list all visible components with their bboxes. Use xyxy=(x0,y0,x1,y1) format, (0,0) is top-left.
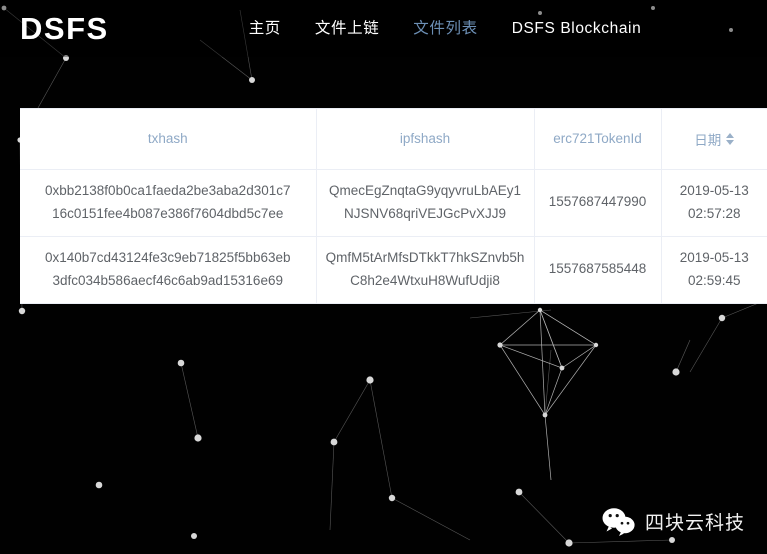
nav-item-blockchain[interactable]: DSFS Blockchain xyxy=(512,21,642,37)
cell-ipfshash: QmecEgZnqtaG9yqyvruLbAEy1 NJSNV68qriVEJG… xyxy=(316,169,535,237)
brand-logo[interactable]: DSFS xyxy=(20,13,109,44)
cell-ipfshash-line2: NJSNV68qriVEJGcPvXJJ9 xyxy=(343,205,507,221)
cell-date-time: 02:57:28 xyxy=(687,205,741,221)
cell-ipfshash-line2: C8h2e4WtxuH8WufUdji8 xyxy=(350,272,500,288)
top-navbar: DSFS 主页 文件上链 文件列表 DSFS Blockchain xyxy=(0,0,767,57)
column-header-txhash-label: txhash xyxy=(147,131,188,147)
cell-ipfshash-line1: QmfM5tArMfsDTkkT7hkSZnvb5h xyxy=(325,250,525,266)
cell-date-day: 2019-05-13 xyxy=(679,250,749,266)
nav-item-file-list[interactable]: 文件列表 xyxy=(413,21,477,37)
column-header-txhash[interactable]: txhash xyxy=(20,109,317,170)
cell-date: 2019-05-13 02:59:45 xyxy=(661,236,767,304)
column-header-date[interactable]: 日期 xyxy=(661,109,767,170)
sort-toggle-icon[interactable] xyxy=(726,132,735,145)
column-header-erc721tokenid-label: erc721TokenId xyxy=(553,131,642,147)
cell-erc721tokenid: 1557687585448 xyxy=(534,236,662,304)
column-header-date-label: 日期 xyxy=(694,132,722,148)
table-body: 0xbb2138f0b0ca1faeda2be3aba2d301c7 16c01… xyxy=(20,169,767,304)
cell-txhash-line1: 0x140b7cd43124fe3c9eb71825f5bb63eb xyxy=(45,250,291,266)
cell-ipfshash-line1: QmecEgZnqtaG9yqyvruLbAEy1 xyxy=(328,183,522,199)
file-list-table-card: txhash ipfshash erc721TokenId 日期 0xbb213… xyxy=(20,108,767,304)
file-list-table: txhash ipfshash erc721TokenId 日期 0xbb213… xyxy=(20,109,767,304)
table-header-row: txhash ipfshash erc721TokenId 日期 xyxy=(20,109,767,170)
cell-txhash-line2: 3dfc034b586aecf46c6ab9ad15316e69 xyxy=(52,272,283,288)
table-header: txhash ipfshash erc721TokenId 日期 xyxy=(20,109,767,170)
column-header-ipfshash[interactable]: ipfshash xyxy=(316,109,535,170)
cell-erc721tokenid: 1557687447990 xyxy=(534,169,662,237)
cell-date-day: 2019-05-13 xyxy=(679,183,749,199)
table-row[interactable]: 0x140b7cd43124fe3c9eb71825f5bb63eb 3dfc0… xyxy=(20,236,767,304)
nav-item-upload[interactable]: 文件上链 xyxy=(315,21,379,37)
cell-txhash: 0xbb2138f0b0ca1faeda2be3aba2d301c7 16c01… xyxy=(20,169,317,237)
column-header-ipfshash-label: ipfshash xyxy=(399,131,451,147)
nav-item-home[interactable]: 主页 xyxy=(249,21,281,37)
cell-ipfshash: QmfM5tArMfsDTkkT7hkSZnvb5h C8h2e4WtxuH8W… xyxy=(316,236,535,304)
cell-txhash-line1: 0xbb2138f0b0ca1faeda2be3aba2d301c7 xyxy=(45,183,291,199)
watermark-text: 四块云科技 xyxy=(644,513,745,534)
app-root: DSFS 主页 文件上链 文件列表 DSFS Blockchain txhash xyxy=(0,0,767,554)
main-navigation: 主页 文件上链 文件列表 DSFS Blockchain xyxy=(249,21,642,37)
cell-date-time: 02:59:45 xyxy=(687,272,741,288)
cell-date: 2019-05-13 02:57:28 xyxy=(661,169,767,237)
cell-txhash-line2: 16c0151fee4b087e386f7604dbd5c7ee xyxy=(52,205,284,221)
wechat-watermark: 四块云科技 xyxy=(602,507,745,536)
wechat-icon xyxy=(602,508,635,536)
table-row[interactable]: 0xbb2138f0b0ca1faeda2be3aba2d301c7 16c01… xyxy=(20,169,767,237)
cell-txhash: 0x140b7cd43124fe3c9eb71825f5bb63eb 3dfc0… xyxy=(20,236,317,304)
polyhedron-wireframe xyxy=(499,309,597,481)
column-header-erc721tokenid[interactable]: erc721TokenId xyxy=(534,109,662,170)
